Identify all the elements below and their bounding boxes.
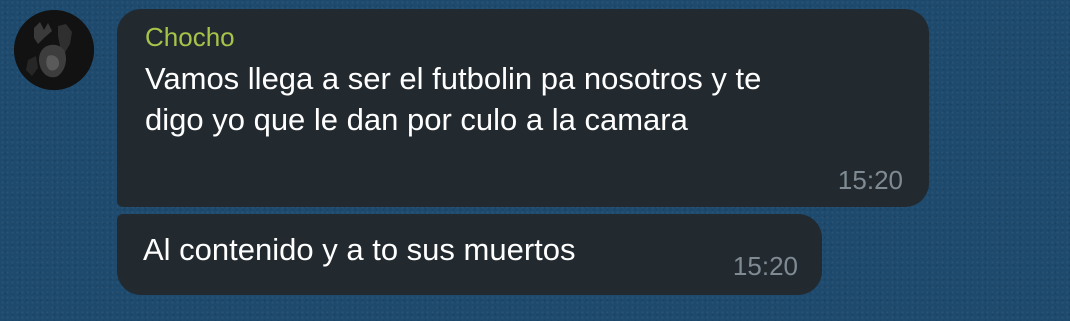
message-text: Al contenido y a to sus muertos (143, 232, 576, 267)
message-timestamp: 15:20 (837, 165, 903, 195)
sender-avatar[interactable] (14, 10, 94, 90)
message-bubble-1[interactable]: Chocho Vamos llega a ser el futbolin pa … (117, 9, 929, 207)
message-text: Vamos llega a ser el futbolin pa nosotro… (145, 58, 915, 140)
message-bubble-2[interactable]: Al contenido y a to sus muertos 15:20 (117, 214, 822, 295)
message-timestamp: 15:20 (732, 251, 798, 281)
message-text-line: digo yo que le dan por culo a la camara (145, 102, 688, 137)
message-text-line: Vamos llega a ser el futbolin pa nosotro… (145, 61, 762, 96)
sender-name[interactable]: Chocho (145, 22, 235, 52)
avatar-image (14, 10, 94, 90)
